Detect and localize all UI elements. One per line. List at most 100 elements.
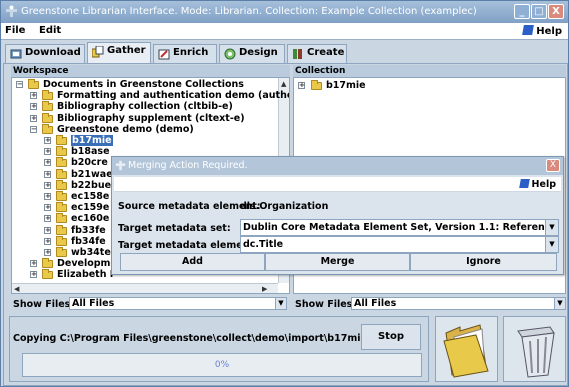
collapse-icon[interactable]: − (30, 125, 37, 133)
tab-design-label: Design (239, 47, 278, 58)
target-set-select[interactable]: Dublin Core Metadata Element Set, Versio… (240, 219, 559, 236)
stop-button[interactable]: Stop (361, 324, 421, 350)
tab-gather[interactable]: Gather (87, 42, 151, 63)
collection-header: Collection (293, 65, 566, 77)
expand-icon[interactable]: + (298, 82, 305, 89)
folder-icon (56, 146, 67, 157)
workspace-tree-node-label: Elizabeth P (57, 269, 117, 281)
expand-icon[interactable]: + (44, 137, 51, 144)
folder-icon (56, 179, 67, 190)
tab-create-label: Create (307, 47, 345, 58)
workspace-show-files-value: All Files (72, 298, 115, 309)
folder-icon (28, 79, 39, 89)
chevron-down-icon[interactable]: ▼ (554, 298, 565, 309)
workspace-tree-node-label: b21wae (71, 168, 113, 180)
workspace-show-files-label: Show Files (13, 299, 71, 310)
folder-icon (42, 269, 53, 280)
copying-status-text: Copying C:\Program Files\greenstone\coll… (13, 333, 367, 344)
menu-help-label: Help (536, 26, 562, 37)
folder-icon (56, 224, 67, 235)
app-icon (6, 5, 17, 17)
merging-dialog: Merging Action Required. X Help Source m… (111, 156, 564, 275)
scroll-up-icon[interactable]: ▲ (281, 80, 286, 88)
workspace-tree-node-label: Formatting and authentication demo (auth… (57, 90, 290, 102)
tab-download-label: Download (25, 47, 81, 58)
folder-icon (56, 213, 67, 224)
expand-icon[interactable]: + (30, 114, 37, 122)
menu-edit[interactable]: Edit (39, 25, 61, 36)
tab-enrich[interactable]: Enrich (153, 44, 217, 63)
workspace-tree-node-label: Bibliography collection (cltbib-e) (57, 101, 233, 113)
scroll-left-icon[interactable]: ◀ (14, 285, 19, 293)
tab-download[interactable]: Download (5, 44, 85, 63)
tab-create[interactable]: Create (287, 44, 347, 63)
workspace-tree-node-label: fb34fe (71, 235, 106, 247)
chevron-down-icon[interactable]: ▼ (545, 220, 558, 235)
open-folder-button[interactable] (435, 316, 498, 382)
collection-node-label: b17mie (326, 80, 366, 91)
expand-icon[interactable]: + (44, 148, 51, 156)
trash-button[interactable] (503, 316, 566, 382)
workspace-show-files-select[interactable]: All Files ▼ (69, 297, 287, 310)
target-element-select[interactable]: dc.Title ▼ (240, 236, 559, 253)
collection-show-files-select[interactable]: All Files ▼ (351, 297, 566, 310)
expand-icon[interactable]: + (44, 237, 51, 245)
dialog-help[interactable]: Help (518, 179, 556, 190)
maximize-button[interactable]: □ (531, 4, 547, 19)
add-button[interactable]: Add (120, 253, 265, 271)
folder-icon (311, 80, 322, 90)
dialog-title: Merging Action Required. (128, 160, 248, 171)
expand-icon[interactable]: + (44, 193, 51, 200)
progress-bar: 0% (22, 353, 422, 377)
dialog-close-button[interactable]: X (546, 159, 560, 172)
collapse-icon[interactable]: − (16, 81, 23, 88)
dialog-title-bar: Merging Action Required. X (112, 157, 563, 175)
close-button[interactable]: X (548, 4, 564, 19)
workspace-tree-node-label: fb33fe (71, 224, 106, 236)
workspace-tree-node-label: b18ase (71, 146, 110, 158)
window-title: Greenstone Librarian Interface. Mode: Li… (21, 6, 477, 17)
trash-icon (517, 326, 555, 378)
expand-icon[interactable]: + (44, 226, 51, 234)
folder-icon (42, 101, 53, 112)
folder-icon (56, 135, 67, 145)
folder-icon (42, 123, 53, 134)
ignore-button[interactable]: Ignore (410, 253, 557, 271)
download-icon (10, 49, 22, 59)
expand-icon[interactable]: + (44, 181, 51, 189)
expand-icon[interactable]: + (30, 92, 37, 100)
chevron-down-icon[interactable]: ▼ (545, 237, 558, 252)
open-folder-icon (443, 324, 489, 378)
enrich-icon (158, 49, 170, 60)
merge-button[interactable]: Merge (265, 253, 410, 271)
workspace-tree-node-label: Bibliography supplement (cltext-e) (57, 112, 245, 124)
folder-icon (56, 202, 67, 213)
expand-icon[interactable]: + (44, 170, 51, 178)
expand-icon[interactable]: + (44, 159, 51, 167)
minimize-button[interactable]: _ (514, 4, 530, 19)
workspace-tree-node-label: b20cre (71, 157, 108, 169)
scroll-right-icon[interactable]: ▶ (262, 285, 267, 293)
expand-icon[interactable]: + (30, 260, 37, 268)
tab-gather-label: Gather (107, 45, 146, 56)
gather-icon (92, 46, 104, 58)
menu-help[interactable]: Help (522, 25, 562, 37)
expand-icon[interactable]: + (30, 271, 37, 279)
expand-icon[interactable]: + (44, 204, 51, 212)
expand-icon[interactable]: + (44, 249, 51, 256)
expand-icon[interactable]: + (44, 215, 51, 223)
target-set-label: Target metadata set: (118, 223, 231, 234)
expand-icon[interactable]: + (30, 103, 37, 111)
main-window: Greenstone Librarian Interface. Mode: Li… (0, 0, 569, 387)
menu-file[interactable]: File (5, 25, 25, 36)
target-element-label: Target metadata element: (118, 240, 258, 251)
menu-bar: File Edit Help (1, 23, 568, 40)
workspace-hscrollbar[interactable]: ◀ ▶ (12, 283, 278, 293)
folder-icon (56, 235, 67, 246)
folder-icon (56, 157, 67, 168)
workspace-tree-node-label: Greenstone demo (demo) (57, 123, 194, 135)
tab-design[interactable]: Design (219, 44, 285, 63)
tab-enrich-label: Enrich (173, 47, 209, 58)
folder-icon (56, 247, 67, 257)
chevron-down-icon[interactable]: ▼ (275, 298, 286, 309)
